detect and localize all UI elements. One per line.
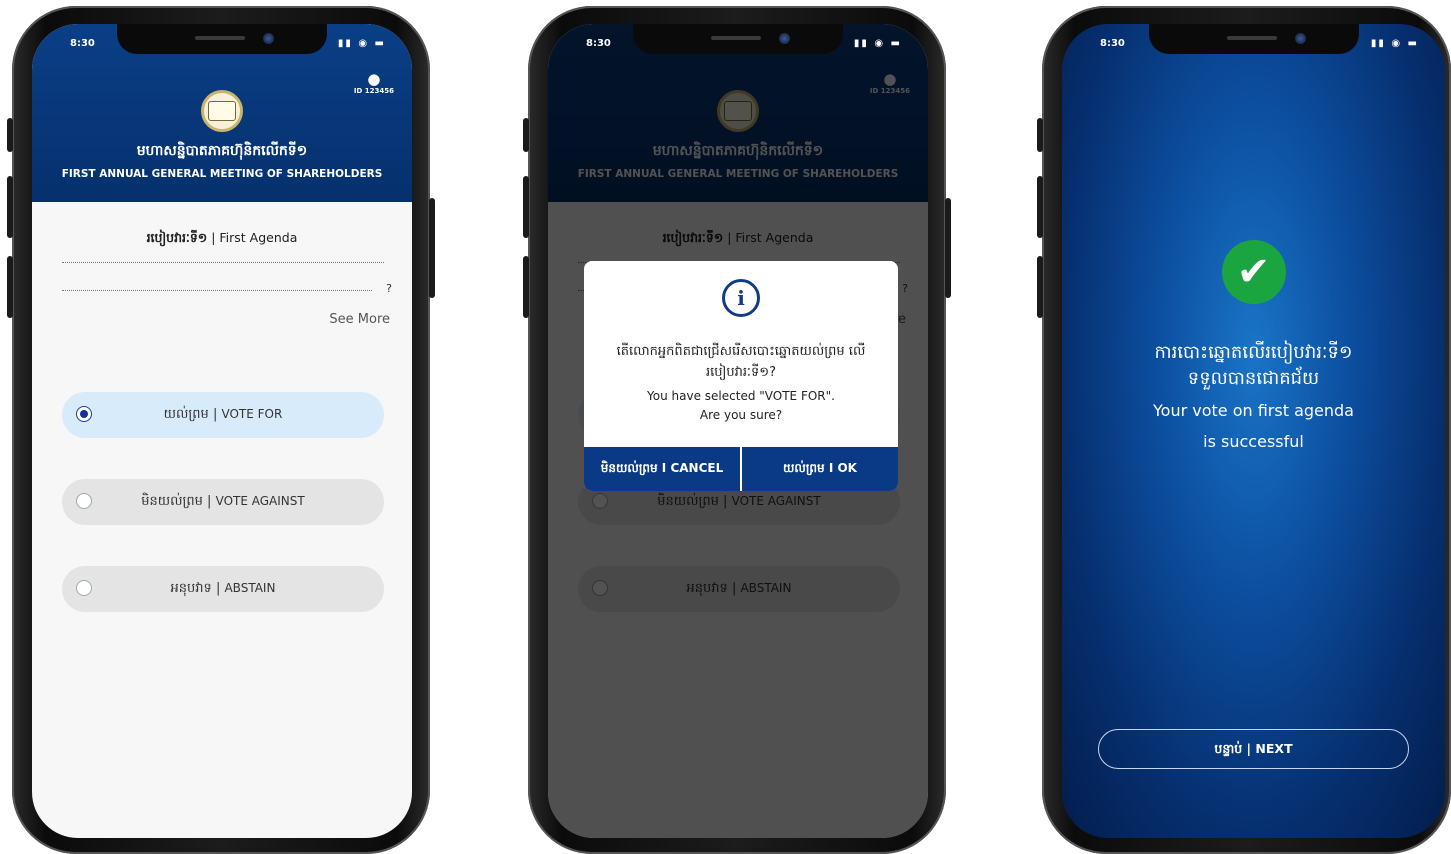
ok-button[interactable]: យល់ព្រម I OK — [742, 447, 898, 491]
signal-wifi-battery-icon: ▮▮ ◉ ▬ — [337, 38, 386, 49]
status-time: 8:30 — [586, 38, 611, 49]
signal-wifi-battery-icon: ▮▮ ◉ ▬ — [1370, 38, 1419, 49]
agenda-title-kh: របៀបវារៈទី១ — [146, 230, 208, 245]
dialog-message-kh: តើលោកអ្នកពិតជាជ្រើសរើសបោះឆ្នោតយល់ព្រម លើ… — [616, 344, 866, 380]
agenda-question-mark: ? — [386, 282, 392, 295]
dialog-message-en: You have selected "VOTE FOR". Are you sur… — [647, 389, 835, 422]
side-button — [1037, 256, 1043, 318]
side-button — [1037, 176, 1043, 238]
camera-icon — [263, 33, 274, 44]
signal-wifi-battery-icon: ▮▮ ◉ ▬ — [853, 38, 902, 49]
phone-2: 8:30 ▮▮ ◉ ▬ ● ID 123456 មហាសន្និបាតភាគហ៊… — [523, 6, 951, 854]
camera-icon — [1294, 33, 1306, 44]
agenda-title: របៀបវារៈទី១ | First Agenda — [146, 230, 298, 245]
radio-button[interactable] — [76, 493, 92, 509]
phone-3: 8:30 ▮▮ ◉ ▬ ✔ ការបោះឆ្នោតលើរបៀបវារៈទី១ ទ… — [1037, 6, 1451, 854]
success-message-en-2: is successful — [1203, 432, 1304, 451]
agenda-title-en: First Agenda — [219, 230, 298, 245]
option-abstain[interactable]: អនុបវាទ | ABSTAIN — [62, 566, 384, 612]
status-time: 8:30 — [70, 38, 95, 49]
dialog-buttons: មិនយល់ព្រម I CANCEL យល់ព្រម I OK — [584, 447, 898, 491]
notch — [1148, 24, 1359, 54]
notch — [117, 24, 327, 54]
option-vote-for[interactable]: យល់ព្រម | VOTE FOR — [62, 392, 384, 438]
screen-vote: 8:30 ▮▮ ◉ ▬ ● ID 123456 មហាសន្និបាតភាគហ៊… — [32, 24, 412, 838]
option-vote-against[interactable]: មិនយល់ព្រម | VOTE AGAINST — [62, 479, 384, 525]
info-icon: i — [722, 279, 760, 317]
check-icon: ✔ — [1221, 240, 1286, 304]
agenda-text-line — [62, 262, 384, 263]
radio-button[interactable] — [76, 580, 92, 596]
side-button — [523, 176, 529, 238]
agenda-text-line — [62, 290, 372, 291]
see-more-link[interactable]: See More — [329, 312, 390, 327]
user-profile[interactable]: ● ID 123456 — [353, 70, 394, 96]
side-button — [7, 118, 13, 152]
success-message-kh: ការបោះឆ្នោតលើរបៀបវារៈទី១ — [1154, 342, 1353, 363]
screen-success: 8:30 ▮▮ ◉ ▬ ✔ ការបោះឆ្នោតលើរបៀបវារៈទី១ ទ… — [1062, 24, 1445, 838]
screen-confirm: 8:30 ▮▮ ◉ ▬ ● ID 123456 មហាសន្និបាតភាគហ៊… — [548, 24, 928, 838]
page-title-kh: មហាសន្និបាតភាគហ៊ុនិកលើកទី១ — [136, 143, 308, 159]
side-button — [945, 198, 951, 298]
next-button[interactable]: បន្ទាប់ | NEXT — [1098, 729, 1409, 769]
status-time: 8:30 — [1100, 38, 1125, 49]
company-logo — [201, 90, 243, 132]
radio-button[interactable] — [76, 406, 92, 422]
confirm-dialog: i តើលោកអ្នកពិតជាជ្រើសរើសបោះឆ្នោតយល់ព្រម … — [584, 261, 898, 491]
side-button — [1037, 118, 1043, 152]
side-button — [429, 198, 435, 298]
side-button — [7, 176, 13, 238]
side-button — [523, 256, 529, 318]
phone-1: 8:30 ▮▮ ◉ ▬ ● ID 123456 មហាសន្និបាតភាគហ៊… — [7, 6, 435, 854]
cancel-button[interactable]: មិនយល់ព្រម I CANCEL — [584, 447, 740, 491]
success-message-en: Your vote on first agenda — [1153, 401, 1354, 420]
side-button — [523, 118, 529, 152]
notch — [633, 24, 843, 54]
success-message-kh-2: ទទួលបានជោគជ័យ — [1187, 368, 1320, 389]
user-icon: ● — [367, 70, 381, 88]
camera-icon — [779, 33, 790, 44]
side-button — [7, 256, 13, 318]
user-id: ID 123456 — [353, 87, 394, 95]
page-title-en: FIRST ANNUAL GENERAL MEETING OF SHAREHOL… — [61, 168, 383, 180]
